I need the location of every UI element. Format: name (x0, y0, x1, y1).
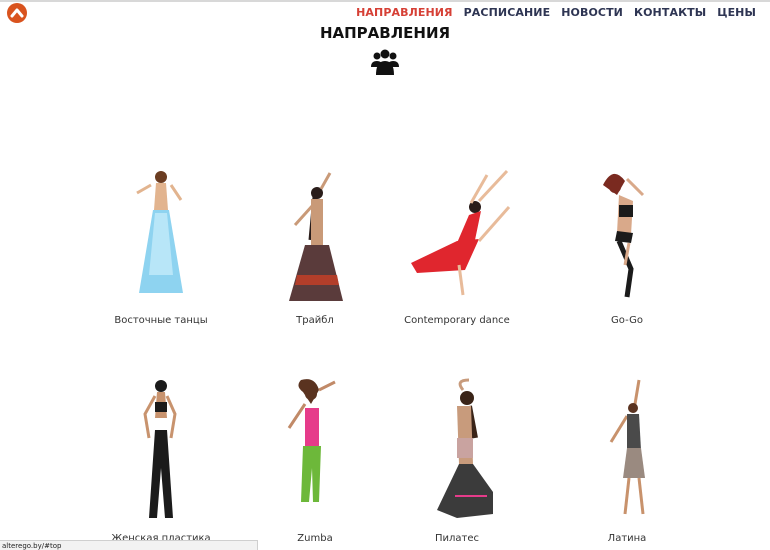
direction-label: Латина (607, 533, 647, 544)
dancer-image (289, 172, 343, 301)
logo-icon[interactable] (7, 3, 27, 23)
direction-label: Contemporary dance (404, 315, 510, 326)
status-bar-url: alterego.by/#top (0, 540, 258, 550)
direction-label: Пилатес (434, 533, 479, 544)
direction-card-gogo[interactable]: Go-Go (542, 165, 712, 326)
nav-prices[interactable]: ЦЕНЫ (717, 6, 756, 19)
main-nav: НАПРАВЛЕНИЯ РАСПИСАНИЕ НОВОСТИ КОНТАКТЫ … (356, 6, 756, 19)
top-border (0, 0, 770, 2)
direction-card-oriental[interactable]: Восточные танцы (76, 165, 246, 326)
dancer-image (136, 171, 183, 293)
dancer-image (411, 169, 511, 296)
direction-card-plastika[interactable]: Женская пластика (76, 378, 246, 544)
direction-label: Восточные танцы (114, 315, 208, 326)
dancer-image (603, 173, 645, 298)
nav-news[interactable]: НОВОСТИ (561, 6, 623, 19)
dancer-image (287, 379, 336, 502)
direction-card-latina[interactable]: Латина (542, 378, 712, 544)
nav-contacts[interactable]: КОНТАКТЫ (634, 6, 706, 19)
dancer-image (437, 378, 493, 518)
nav-schedule[interactable]: РАСПИСАНИЕ (464, 6, 551, 19)
nav-directions[interactable]: НАПРАВЛЕНИЯ (356, 6, 453, 19)
dancer-image (143, 380, 177, 518)
section-title: НАПРАВЛЕНИЯ (319, 24, 451, 42)
chevron-up-icon (10, 8, 24, 18)
users-icon (371, 49, 399, 75)
direction-label: Go-Go (611, 315, 643, 326)
direction-card-pilates[interactable]: Пилатес (372, 378, 542, 544)
dancer-image (609, 379, 645, 515)
direction-card-contemporary[interactable]: Contemporary dance (372, 165, 542, 326)
